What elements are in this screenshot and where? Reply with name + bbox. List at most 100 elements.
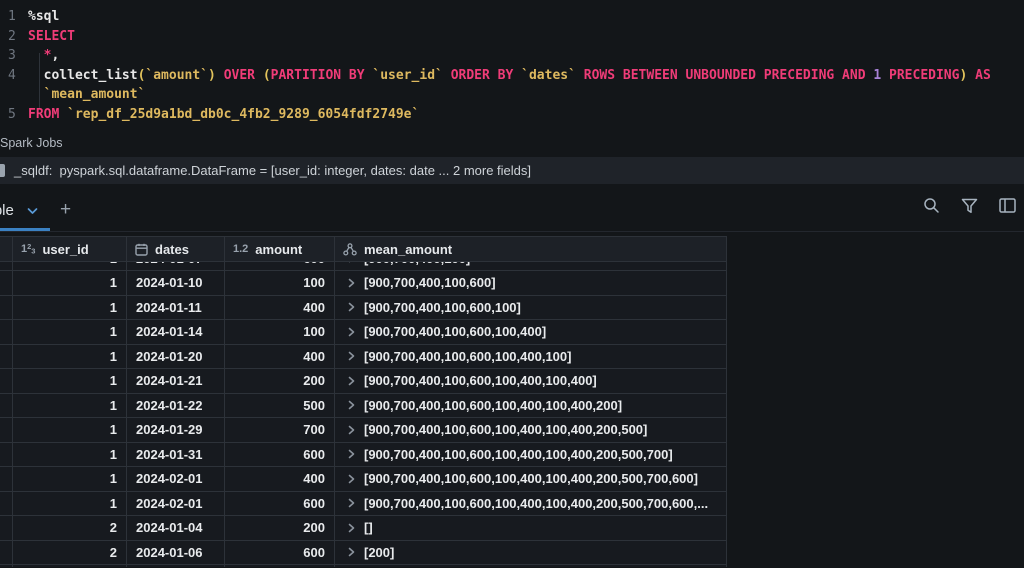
- code-line[interactable]: 4 collect_list(`amount`) OVER (PARTITION…: [0, 66, 1024, 86]
- cell-dates[interactable]: 2024-01-06: [127, 540, 225, 564]
- table-row[interactable]: 1 2024-02-01 600 [900,700,400,100,600,100,4…: [0, 491, 727, 516]
- cell-index[interactable]: [0, 369, 13, 393]
- cell-user_id[interactable]: 1: [13, 418, 127, 442]
- cell-dates[interactable]: 2024-02-01: [127, 491, 225, 515]
- panel-button[interactable]: [998, 198, 1016, 217]
- cell-amount[interactable]: 600: [225, 442, 335, 466]
- expand-chevron-icon[interactable]: [348, 400, 355, 410]
- table-row[interactable]: 1 2024-01-10 100 [900,700,400,100,600]: [0, 271, 727, 296]
- cell-index[interactable]: [0, 467, 13, 491]
- cell-index[interactable]: [0, 262, 13, 270]
- column-header-user_id[interactable]: 123 user_id: [13, 237, 127, 261]
- cell-user_id[interactable]: 1: [13, 344, 127, 368]
- cell-index[interactable]: [0, 295, 13, 319]
- cell-user_id[interactable]: 1: [13, 467, 127, 491]
- cell-user_id[interactable]: 1: [13, 320, 127, 344]
- column-header-amount[interactable]: 1.2 amount: [225, 237, 335, 261]
- cell-user_id[interactable]: 2: [13, 516, 127, 540]
- expand-chevron-icon[interactable]: [348, 302, 355, 312]
- cell-amount[interactable]: 100: [225, 271, 335, 295]
- cell-dates[interactable]: 2024-01-29: [127, 418, 225, 442]
- expand-chevron-icon[interactable]: [348, 425, 355, 435]
- cell-amount[interactable]: 600: [225, 540, 335, 564]
- cell-dates[interactable]: 2024-01-04: [127, 516, 225, 540]
- table-row[interactable]: 2 2024-01-06 600 [200]: [0, 540, 727, 565]
- cell-dates[interactable]: 2024-01-21: [127, 369, 225, 393]
- expand-chevron-icon[interactable]: [348, 351, 355, 361]
- filter-button[interactable]: [960, 198, 978, 217]
- cell-amount[interactable]: 600: [225, 262, 335, 270]
- cell-amount[interactable]: 600: [225, 491, 335, 515]
- table-row[interactable]: 1 2024-01-22 500 [900,700,400,100,600,100,4…: [0, 393, 727, 418]
- spark-jobs-toggle[interactable]: Spark Jobs: [0, 136, 63, 150]
- cell-dates[interactable]: 2024-01-31: [127, 442, 225, 466]
- cell-mean_amount[interactable]: [900,700,400,100,600,100,400,100,400,200…: [335, 418, 727, 442]
- table-row[interactable]: 1 2024-01-11 400 [900,700,400,100,600,100]: [0, 295, 727, 320]
- cell-user_id[interactable]: 1: [13, 295, 127, 319]
- cell-mean_amount[interactable]: []: [335, 516, 727, 540]
- table-row[interactable]: 1 2024-01-21 200 [900,700,400,100,600,100,4…: [0, 369, 727, 394]
- expand-chevron-icon[interactable]: [348, 262, 355, 263]
- column-header-idx[interactable]: [0, 237, 13, 261]
- tab-table[interactable]: Table: [0, 202, 38, 219]
- cell-user_id[interactable]: 1: [13, 271, 127, 295]
- cell-mean_amount[interactable]: [900,700,400,100,600,100,400,100,400]: [335, 369, 727, 393]
- cell-index[interactable]: [0, 418, 13, 442]
- cell-index[interactable]: [0, 393, 13, 417]
- cell-dates[interactable]: 2024-01-14: [127, 320, 225, 344]
- cell-mean_amount[interactable]: [900,700,400,100,600,100,400]: [335, 320, 727, 344]
- expand-chevron-icon[interactable]: [348, 547, 355, 557]
- table-row[interactable]: 2 2024-01-04 200 []: [0, 516, 727, 541]
- expand-chevron-icon[interactable]: [348, 278, 355, 288]
- cell-amount[interactable]: 100: [225, 320, 335, 344]
- cell-dates[interactable]: 2024-02-01: [127, 467, 225, 491]
- cell-mean_amount[interactable]: [900,700,400,100,600]: [335, 271, 727, 295]
- cell-user_id[interactable]: 1: [13, 393, 127, 417]
- cell-index[interactable]: [0, 540, 13, 564]
- table-row[interactable]: 12024-01-07600 [900,700,400,100]: [0, 262, 727, 271]
- expand-chevron-icon[interactable]: [348, 449, 355, 459]
- code-line[interactable]: 5 FROM `rep_df_25d9a1bd_db0c_4fb2_9289_60…: [0, 105, 1024, 125]
- cell-amount[interactable]: 700: [225, 418, 335, 442]
- cell-user_id[interactable]: 2: [13, 540, 127, 564]
- cell-mean_amount[interactable]: [900,700,400,100,600,100,400,100]: [335, 344, 727, 368]
- add-visualization-button[interactable]: +: [60, 199, 71, 221]
- cell-index[interactable]: [0, 271, 13, 295]
- cell-index[interactable]: [0, 320, 13, 344]
- expand-chevron-icon[interactable]: [348, 327, 355, 337]
- table-row[interactable]: 1 2024-01-20 400 [900,700,400,100,600,100,4…: [0, 344, 727, 369]
- cell-dates[interactable]: 2024-01-10: [127, 271, 225, 295]
- cell-user_id[interactable]: 1: [13, 369, 127, 393]
- table-row[interactable]: 1 2024-01-14 100 [900,700,400,100,600,100,4…: [0, 320, 727, 345]
- code-line[interactable]: 3 *,: [0, 46, 1024, 66]
- cell-amount[interactable]: 200: [225, 369, 335, 393]
- cell-mean_amount[interactable]: [900,700,400,100,600,100]: [335, 295, 727, 319]
- expand-chevron-icon[interactable]: [348, 474, 355, 484]
- expand-chevron-icon[interactable]: [348, 498, 355, 508]
- cell-dates[interactable]: 2024-01-11: [127, 295, 225, 319]
- search-button[interactable]: [922, 198, 940, 217]
- cell-amount[interactable]: 400: [225, 467, 335, 491]
- cell-mean_amount[interactable]: [200]: [335, 540, 727, 564]
- cell-user_id[interactable]: 1: [13, 491, 127, 515]
- cell-user_id[interactable]: 1: [13, 262, 127, 270]
- cell-index[interactable]: [0, 491, 13, 515]
- chevron-down-icon[interactable]: [27, 207, 38, 215]
- cell-mean_amount[interactable]: [900,700,400,100]: [335, 262, 727, 270]
- expand-chevron-icon[interactable]: [348, 376, 355, 386]
- cell-dates[interactable]: 2024-01-20: [127, 344, 225, 368]
- cell-mean_amount[interactable]: [900,700,400,100,600,100,400,100,400,200…: [335, 491, 727, 515]
- cell-dates[interactable]: 2024-01-07: [127, 262, 225, 270]
- table-row[interactable]: 1 2024-02-01 400 [900,700,400,100,600,100,4…: [0, 467, 727, 492]
- expand-chevron-icon[interactable]: [348, 523, 355, 533]
- column-header-dates[interactable]: dates: [127, 237, 225, 261]
- table-row[interactable]: 1 2024-01-31 600 [900,700,400,100,600,100,4…: [0, 442, 727, 467]
- cell-index[interactable]: [0, 442, 13, 466]
- table-body[interactable]: 12024-01-07600[900,700,400,100]12024-01-…: [0, 262, 727, 567]
- table-row[interactable]: 1 2024-01-29 700 [900,700,400,100,600,100,4…: [0, 418, 727, 443]
- cell-amount[interactable]: 400: [225, 344, 335, 368]
- cell-index[interactable]: [0, 516, 13, 540]
- code-line[interactable]: 2 SELECT: [0, 27, 1024, 47]
- cell-dates[interactable]: 2024-01-22: [127, 393, 225, 417]
- sql-code-editor[interactable]: 1 %sql 2 SELECT 3 *, 4 collect_list(`amount`)…: [0, 4, 1024, 124]
